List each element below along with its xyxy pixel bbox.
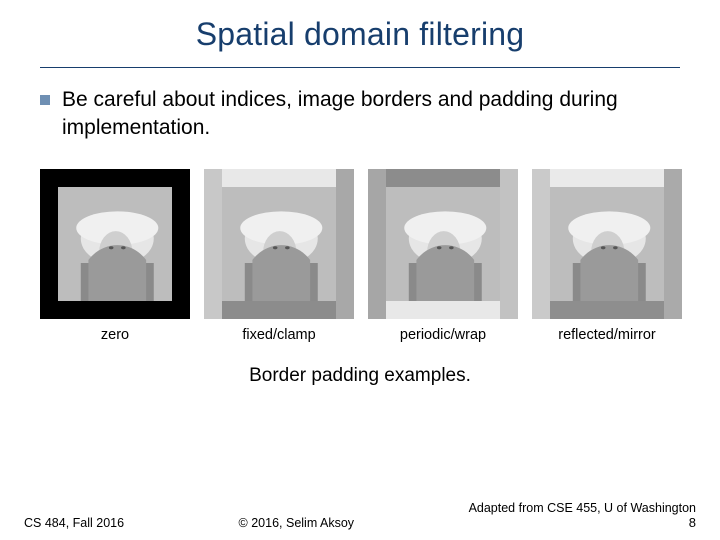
thumb-zero xyxy=(40,169,190,319)
figure-label: zero xyxy=(101,327,129,343)
image-icon xyxy=(532,169,682,319)
figure-clamp: fixed/clamp xyxy=(204,169,354,343)
page-title: Spatial domain filtering xyxy=(40,16,680,53)
square-bullet-icon xyxy=(40,95,50,105)
figure-row: zero xyxy=(40,169,680,343)
thumb-clamp xyxy=(204,169,354,319)
footer: CS 484, Fall 2016 © 2016, Selim Aksoy Ad… xyxy=(0,501,720,530)
bullet-text: Be careful about indices, image borders … xyxy=(62,86,680,141)
figure-caption: Border padding examples. xyxy=(40,365,680,387)
figure-label: periodic/wrap xyxy=(400,327,486,343)
figure-mirror: reflected/mirror xyxy=(532,169,682,343)
image-icon xyxy=(204,169,354,319)
footer-right: Adapted from CSE 455, U of Washington 8 xyxy=(469,501,696,530)
figure-label: reflected/mirror xyxy=(558,327,656,343)
image-icon xyxy=(40,169,190,319)
footer-center: © 2016, Selim Aksoy xyxy=(124,516,469,530)
bullet-item: Be careful about indices, image borders … xyxy=(40,86,680,141)
thumb-wrap xyxy=(368,169,518,319)
title-block: Spatial domain filtering xyxy=(0,0,720,61)
figure-zero: zero xyxy=(40,169,190,343)
footer-attribution: Adapted from CSE 455, U of Washington xyxy=(469,501,696,515)
slide: Spatial domain filtering Be careful abou… xyxy=(0,0,720,540)
page-number: 8 xyxy=(469,515,696,530)
figure-label: fixed/clamp xyxy=(242,327,315,343)
footer-left: CS 484, Fall 2016 xyxy=(24,516,124,530)
image-icon xyxy=(368,169,518,319)
thumb-mirror xyxy=(532,169,682,319)
body: Be careful about indices, image borders … xyxy=(0,68,720,387)
figure-wrap: periodic/wrap xyxy=(368,169,518,343)
